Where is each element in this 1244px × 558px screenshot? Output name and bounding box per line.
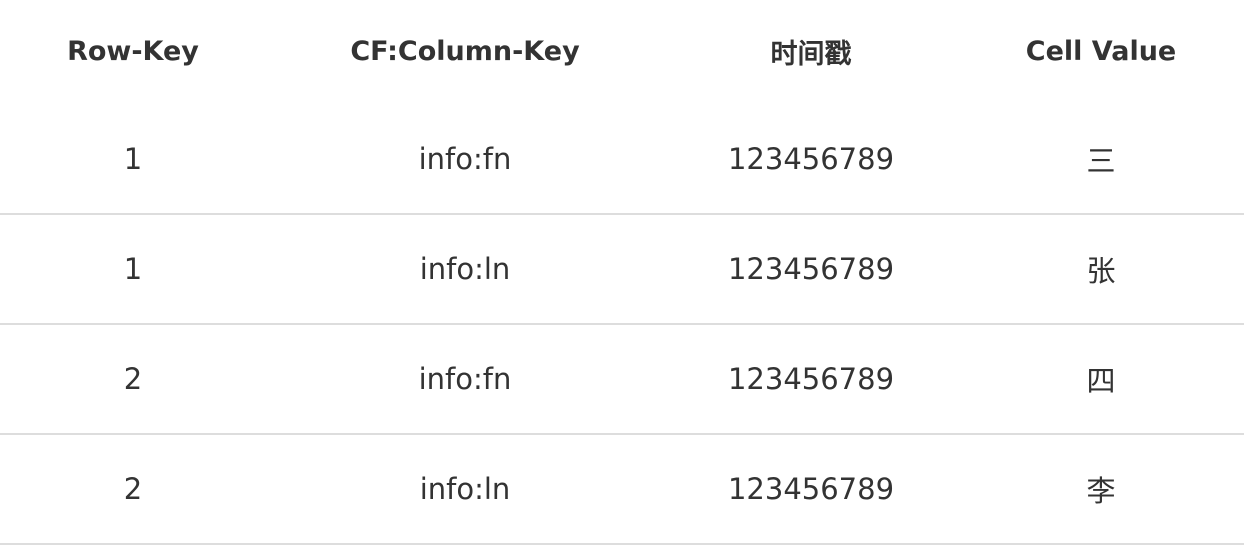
table-body: 1 info:fn 123456789 三 1 info:ln 12345678… <box>0 104 1244 545</box>
cell-column-key: info:ln <box>266 214 664 325</box>
hbase-data-table: Row-Key CF:Column-Key 时间戳 Cell Value 1 i… <box>0 0 1244 545</box>
header-column-key: CF:Column-Key <box>350 35 580 67</box>
cell-row-key: 1 <box>0 104 266 215</box>
cell-column-key: info:fn <box>266 104 664 215</box>
cell-value: 李 <box>958 434 1244 545</box>
cell-row-key: 1 <box>0 214 266 325</box>
cell-value: 三 <box>958 104 1244 215</box>
cell-column-key: info:ln <box>266 434 664 545</box>
cell-column-key: info:fn <box>266 324 664 435</box>
cell-row-key: 2 <box>0 324 266 435</box>
cell-value: 四 <box>958 324 1244 435</box>
header-row-key: Row-Key <box>67 35 199 67</box>
table-row: 1 info:fn 123456789 三 <box>0 104 1244 215</box>
cell-value: 张 <box>958 214 1244 325</box>
header-timestamp: 时间戳 <box>770 38 852 70</box>
table-row: 1 info:ln 123456789 张 <box>0 214 1244 325</box>
cell-timestamp: 123456789 <box>664 214 958 325</box>
cell-timestamp: 123456789 <box>664 104 958 215</box>
table-row: 2 info:fn 123456789 四 <box>0 324 1244 435</box>
cell-timestamp: 123456789 <box>664 434 958 545</box>
table-header: Row-Key CF:Column-Key 时间戳 Cell Value <box>0 0 1244 104</box>
cell-row-key: 2 <box>0 434 266 545</box>
header-cell-value: Cell Value <box>1025 35 1177 67</box>
table-row: 2 info:ln 123456789 李 <box>0 434 1244 545</box>
cell-timestamp: 123456789 <box>664 324 958 435</box>
header-row: Row-Key CF:Column-Key 时间戳 Cell Value <box>0 0 1244 104</box>
